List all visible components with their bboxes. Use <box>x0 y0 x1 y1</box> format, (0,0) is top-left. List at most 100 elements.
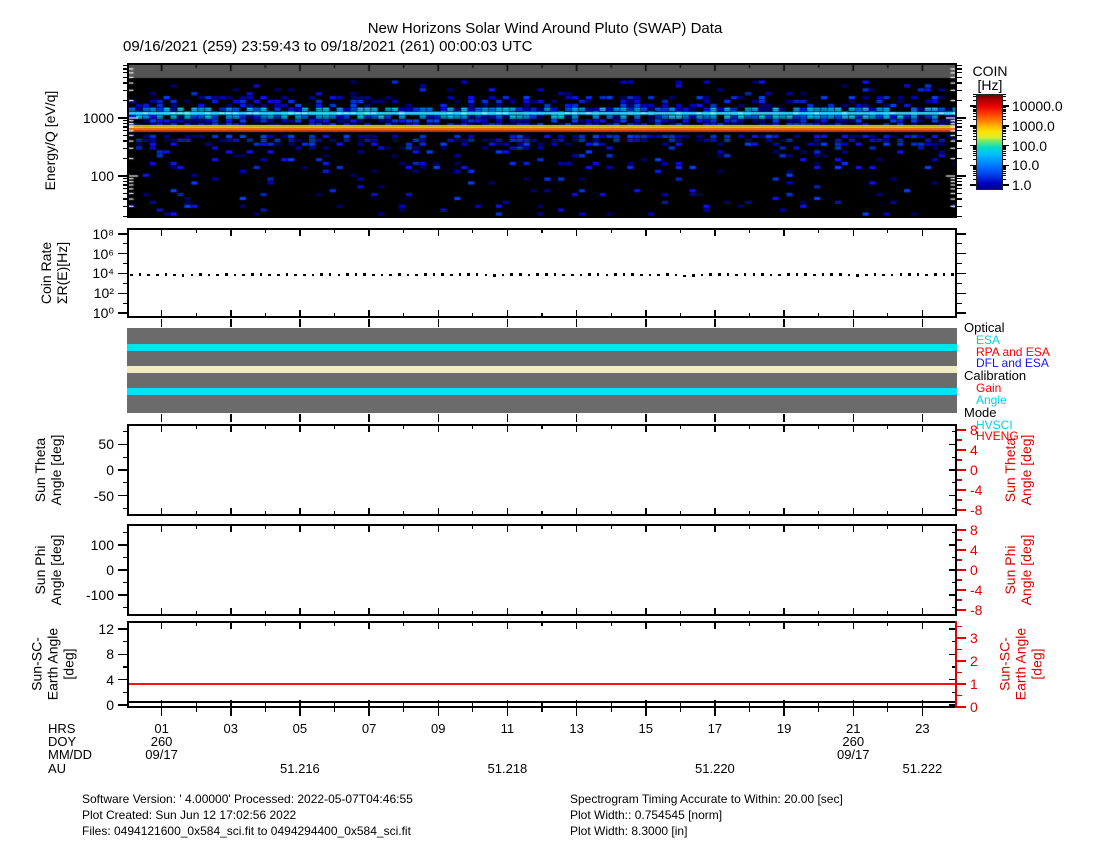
phi-x-major-tick <box>783 608 785 614</box>
coin-rate-data-point <box>173 274 176 277</box>
phi-x-minor-tick <box>265 611 266 614</box>
hrs-label: 19 <box>749 722 819 735</box>
colorbar-minor-tick <box>1003 168 1006 169</box>
coin-rate-data-point <box>796 273 799 276</box>
phi-x-major-tick <box>507 608 509 614</box>
colorbar-minor-tick <box>1003 126 1006 127</box>
coin-rate-data-point <box>502 274 505 277</box>
state-bars-x-tick <box>576 414 578 422</box>
coin-y-minor-tick <box>123 263 128 264</box>
theta-x-major-tick <box>922 426 924 432</box>
theta-x-minor-tick <box>196 511 197 514</box>
coin-x-major-tick <box>299 310 301 316</box>
sun-theta-right-tick-label: 4 <box>970 442 1006 458</box>
coin-rate-data-point <box>865 274 868 277</box>
sun-phi-right-tick-label: 8 <box>970 522 1006 538</box>
hrs-axis-major-tick <box>507 708 509 716</box>
theta-x-major-tick <box>299 508 301 514</box>
coin-y-minor-tick <box>957 283 962 284</box>
phi-x-minor-tick <box>265 526 266 529</box>
coin-rate-data-point <box>692 274 695 277</box>
theta-x-minor-tick <box>265 426 266 429</box>
sun-phi-right-minor-tick <box>957 539 962 541</box>
spectrogram-y-axis-label: Energy/Q [eV/q] <box>42 63 59 218</box>
coin-y-minor-tick <box>957 303 962 304</box>
sun-theta-y-minor-tick-inner <box>952 457 955 458</box>
coin-x-major-tick <box>645 230 647 236</box>
coin-x-major-tick <box>299 230 301 236</box>
hrs-label: 23 <box>887 722 957 735</box>
coin-y-major-tick <box>957 233 966 235</box>
spectrogram-y-minor-tick <box>123 216 128 217</box>
sun-theta-y-minor-tick <box>123 482 128 483</box>
state-bars-x-tick <box>438 414 440 422</box>
earth-x-major-tick <box>507 623 509 629</box>
spectrogram-y-minor-tick <box>123 184 128 185</box>
plot-title: New Horizons Solar Wind Around Pluto (SW… <box>145 20 945 37</box>
coin-rate-data-point <box>251 273 254 276</box>
coin-x-major-tick <box>438 230 440 236</box>
phi-x-major-tick <box>645 526 647 532</box>
coin-x-minor-tick <box>818 313 819 316</box>
sun-theta-right-major-tick <box>957 509 966 511</box>
colorbar-minor-tick <box>1003 116 1006 117</box>
phi-x-major-tick <box>368 526 370 532</box>
colorbar-minor-tick <box>1003 94 1006 95</box>
spectrogram-y-minor-tick <box>957 140 962 141</box>
coin-rate-data-point <box>130 274 133 277</box>
spectrogram-y-minor-tick <box>957 68 962 69</box>
spectrogram-y-minor-tick <box>957 65 962 66</box>
earth-x-minor-tick <box>472 703 473 706</box>
coin-y-major-tick <box>118 233 127 235</box>
earth-x-major-tick <box>853 623 855 629</box>
sun-phi-y-major-tick-inner <box>949 544 955 546</box>
colorbar-minor-tick <box>1003 119 1006 120</box>
spectrogram-y-minor-tick <box>123 90 128 91</box>
spectrogram-y-tick-label: 100 <box>70 168 114 184</box>
coin-x-minor-tick <box>472 230 473 233</box>
optical-state <box>127 344 957 351</box>
colorbar-minor-tick <box>1003 169 1006 170</box>
phi-x-minor-tick <box>334 526 335 529</box>
earth-x-minor-tick <box>403 703 404 706</box>
sun-theta-y-minor-tick-inner <box>952 482 955 483</box>
coin-x-minor-tick <box>196 313 197 316</box>
phi-x-major-tick <box>783 526 785 532</box>
theta-x-major-tick <box>783 426 785 432</box>
hrs-axis-minor-tick <box>611 708 612 712</box>
coin-rate-data-point <box>856 274 859 277</box>
coin-rate-data-point <box>191 274 194 277</box>
spectrogram-y-major-tick <box>957 175 966 177</box>
hrs-label: 05 <box>265 722 335 735</box>
calibration-state <box>127 366 957 373</box>
spectrogram-y-minor-tick <box>123 193 128 194</box>
colorbar-minor-tick <box>973 173 976 174</box>
coin-rate-data-point <box>476 273 479 276</box>
coin-rate-data-point <box>666 273 669 276</box>
coin-y-major-tick <box>118 312 127 314</box>
coin-x-minor-tick <box>680 313 681 316</box>
coin-rate-data-point <box>951 273 954 276</box>
sun-theta-right-tick-label: 0 <box>970 462 1006 478</box>
sun-theta-y-tick-label: 50 <box>70 436 114 452</box>
phi-x-minor-tick <box>818 611 819 614</box>
coin-rate-data-point <box>753 273 756 276</box>
sun-theta-right-minor-tick <box>957 479 962 481</box>
colorbar-minor-tick <box>973 116 976 117</box>
sun-sc-earth-y-minor-tick <box>123 692 128 693</box>
state-bars-x-tick <box>783 414 785 422</box>
spectrogram-y-minor-tick <box>123 123 128 124</box>
coin-x-major-tick <box>714 230 716 236</box>
colorbar-minor-tick <box>1003 173 1006 174</box>
sun-theta-right-major-tick <box>957 429 966 431</box>
phi-x-minor-tick <box>472 526 473 529</box>
sun-phi-right-tick-label: -8 <box>970 602 1006 618</box>
coin-rate-data-point <box>182 274 185 277</box>
phi-x-major-tick <box>230 526 232 532</box>
coin-rate-data-point <box>303 274 306 277</box>
coin-rate-data-point <box>424 273 427 276</box>
sun-phi-y-major-tick <box>118 569 127 571</box>
coin-rate-data-point <box>147 274 150 277</box>
spectrogram-y-minor-tick <box>957 184 962 185</box>
sun-phi-y-minor-tick-inner <box>952 557 955 558</box>
